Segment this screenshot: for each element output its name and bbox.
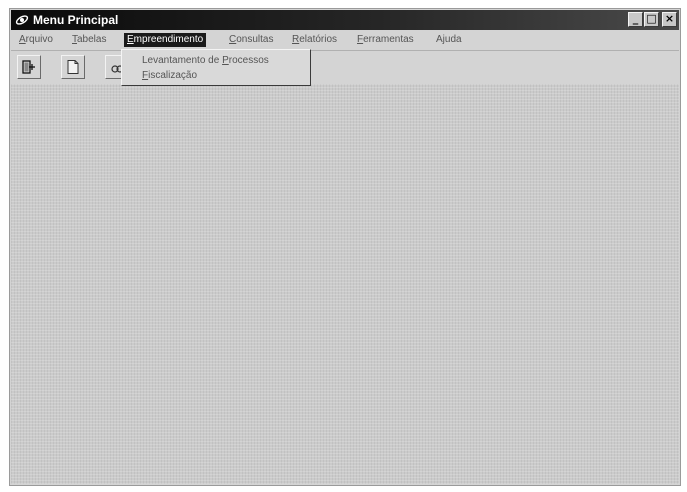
window-controls: _ □ × bbox=[628, 12, 677, 27]
maximize-button[interactable]: □ bbox=[644, 12, 659, 27]
title-bar[interactable]: Menu Principal _ □ × bbox=[11, 10, 679, 30]
close-icon: × bbox=[664, 12, 675, 25]
new-document-button[interactable] bbox=[61, 55, 85, 79]
toolbar bbox=[11, 51, 679, 83]
menu-item-fiscalizacao[interactable]: Fiscalização bbox=[142, 70, 197, 82]
exit-button[interactable] bbox=[17, 55, 41, 79]
menu-arquivo[interactable]: Arquivo bbox=[17, 34, 55, 46]
minimize-button[interactable]: _ bbox=[628, 12, 643, 27]
menu-bar: Arquivo Tabelas Empreendimento Consultas… bbox=[11, 31, 679, 51]
menu-relatorios[interactable]: Relatórios bbox=[290, 34, 339, 46]
blank-document-icon bbox=[67, 60, 79, 74]
minimize-icon: _ bbox=[632, 12, 639, 25]
menu-tabelas[interactable]: Tabelas bbox=[70, 34, 108, 46]
restore-icon: □ bbox=[646, 12, 657, 25]
menu-ferramentas[interactable]: Ferramentas bbox=[355, 34, 416, 46]
menu-consultas[interactable]: Consultas bbox=[227, 34, 275, 46]
app-icon bbox=[15, 15, 29, 25]
menu-empreendimento[interactable]: Empreendimento bbox=[124, 33, 207, 47]
close-button[interactable]: × bbox=[662, 12, 677, 27]
menu-item-levantamento-processos[interactable]: Levantamento de Processos bbox=[142, 55, 269, 67]
menu-ajuda[interactable]: Ajuda bbox=[434, 34, 464, 46]
mdi-workspace bbox=[11, 84, 679, 484]
empreendimento-dropdown: Levantamento de Processos Fiscalização bbox=[121, 49, 311, 86]
window-title: Menu Principal bbox=[33, 13, 119, 27]
main-window: Menu Principal _ □ × Arquivo Tabelas Emp… bbox=[9, 8, 681, 486]
door-exit-icon bbox=[22, 60, 35, 74]
